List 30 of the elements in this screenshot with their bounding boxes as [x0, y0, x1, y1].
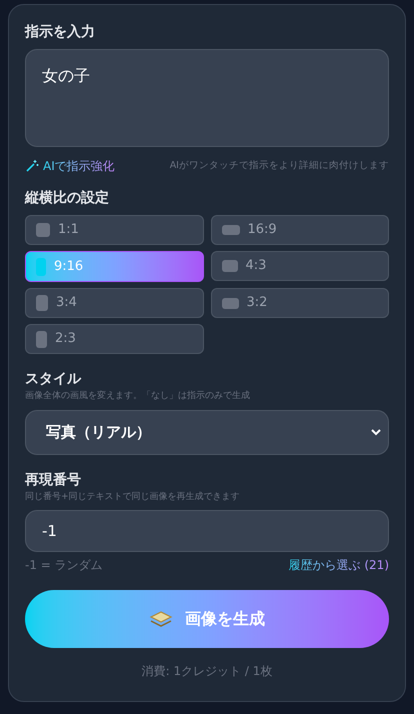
ratio-icon	[36, 295, 48, 311]
aspect-option[interactable]: 2:3	[25, 324, 204, 354]
seed-field[interactable]: -1	[25, 510, 389, 552]
magic-wand-icon	[25, 159, 39, 173]
ratio-icon	[36, 223, 50, 237]
section-title: 指示を入力	[25, 23, 96, 41]
generate-button[interactable]: 画像を生成	[25, 590, 389, 648]
aspect-option[interactable]: 9:16	[25, 251, 204, 282]
ratio-icon	[222, 298, 238, 308]
style-select[interactable]: 写真（リアル）	[25, 410, 389, 454]
aspect-option[interactable]: 16:9	[210, 215, 389, 245]
section-title: 縦横比の設定	[25, 189, 110, 207]
enhance-hint: AIがワンタッチで指示をより詳細に肉付けします	[170, 158, 389, 173]
section-title: 再現番号	[25, 470, 82, 488]
layers-icon	[149, 611, 173, 627]
seed-hint: 同じ番号+同じテキストで同じ画像を再生成できます	[25, 490, 241, 504]
prompt-field[interactable]: 女の子	[25, 49, 389, 147]
aspect-option[interactable]: 3:2	[210, 288, 389, 318]
history-link[interactable]: 履歴から選ぶ (21)	[288, 556, 389, 574]
ratio-icon	[36, 330, 47, 348]
cost-note: 消費: 1クレジット / 1枚	[140, 663, 274, 680]
aspect-option[interactable]: 1:1	[25, 215, 204, 245]
style-hint: 画像全体の画風を変えます。「なし」は指示のみで生成	[25, 390, 251, 403]
seed-note: -1 = ランダム	[25, 557, 103, 574]
ratio-icon	[222, 225, 240, 235]
section-title: スタイル	[25, 370, 82, 388]
aspect-option[interactable]: 3:4	[25, 288, 204, 318]
ratio-icon	[222, 260, 238, 272]
aspect-option[interactable]: 4:3	[210, 251, 389, 281]
ratio-icon	[36, 258, 46, 276]
